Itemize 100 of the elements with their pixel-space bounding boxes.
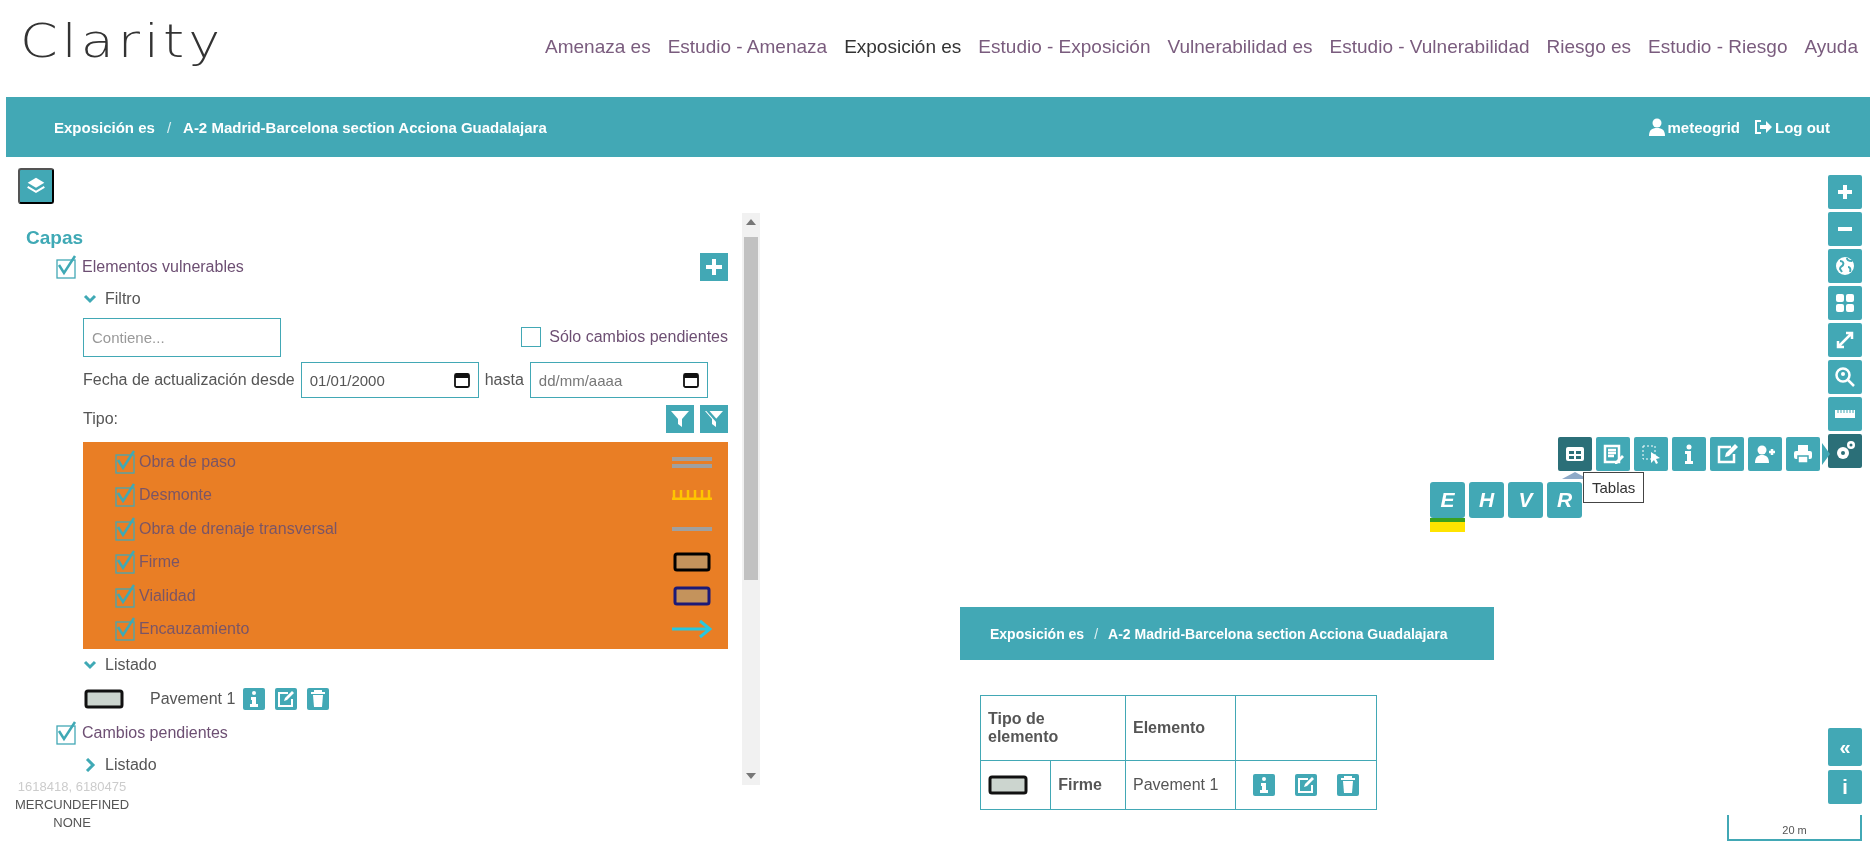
filter-button[interactable] [666, 405, 694, 433]
select-button[interactable] [1634, 437, 1668, 471]
clear-filter-button[interactable] [700, 405, 728, 433]
checkbox[interactable] [115, 617, 137, 642]
plus-icon [705, 258, 723, 276]
edit-button[interactable] [1710, 437, 1744, 471]
checkbox[interactable] [115, 583, 137, 608]
breadcrumb-separator: / [166, 118, 172, 136]
table-cell: Pavement 1 [1125, 760, 1236, 810]
hatched-line-symbol [672, 490, 712, 501]
menu-link[interactable]: Vulnerabilidad es [1167, 36, 1313, 58]
date-label: hasta [484, 371, 524, 389]
print-button[interactable] [1786, 437, 1820, 471]
calendar-icon [453, 372, 470, 388]
layer-label: Elementos vulnerables [82, 258, 244, 276]
zoom-to-location-button[interactable] [1828, 360, 1862, 394]
column-header: Tipo de elemento [980, 695, 1126, 761]
type-name: Obra de paso [139, 452, 236, 471]
search-field[interactable]: Contiene... [83, 317, 281, 357]
edit-list-button[interactable] [1596, 437, 1630, 471]
edit-icon [1716, 443, 1738, 465]
menu-link[interactable]: Ayuda [1804, 36, 1858, 58]
checkbox[interactable] [56, 255, 78, 279]
calendar-icon [682, 372, 699, 388]
menu-link[interactable]: Estudio - Exposición [978, 36, 1151, 58]
grid-icon [1834, 292, 1856, 314]
edit-icon[interactable] [1295, 774, 1317, 796]
scroll-down-icon [746, 773, 756, 779]
trash-icon[interactable] [307, 688, 330, 710]
edit-icon[interactable] [275, 688, 298, 710]
filter-clear-icon [704, 409, 724, 429]
add-user-icon [1754, 443, 1776, 465]
ruler-icon [1835, 410, 1855, 418]
measure-button[interactable] [1828, 397, 1862, 431]
checkbox[interactable] [115, 483, 137, 508]
scrollbar[interactable] [742, 213, 760, 785]
units-text: NONE [53, 815, 91, 830]
item-name: Pavement 1 [150, 690, 236, 708]
date-field[interactable]: 01/01/2000 [300, 362, 479, 398]
printer-icon [1792, 443, 1814, 465]
date-field[interactable]: dd/mm/aaaa [529, 362, 708, 398]
add-button[interactable] [700, 253, 728, 281]
logout-icon [1754, 119, 1772, 135]
checkbox-label: Sólo cambios pendientes [549, 328, 728, 346]
checkbox[interactable] [115, 516, 137, 541]
checkbox[interactable] [115, 449, 137, 474]
toggle-label[interactable]: Filtro [105, 290, 141, 308]
filter-icon [670, 409, 690, 429]
minus-icon [1838, 227, 1852, 231]
info-button[interactable] [1672, 437, 1706, 471]
type-name: Desmonte [139, 486, 212, 505]
type-name: Obra de drenaje transversal [139, 519, 338, 538]
logo: Clarity [20, 14, 225, 69]
globe-icon [1834, 255, 1856, 277]
tooltip: Tablas [1583, 472, 1645, 503]
scale-bar: 20 m [1727, 815, 1862, 841]
type-name: Encauzamiento [139, 620, 250, 639]
tables-button[interactable] [1558, 437, 1592, 471]
date-label: Fecha de actualización desde [83, 371, 295, 389]
layers-button[interactable] [18, 168, 54, 204]
checkbox[interactable] [56, 721, 78, 745]
zoom-out-button[interactable] [1828, 212, 1862, 246]
globe-button[interactable] [1828, 249, 1862, 283]
menu-link[interactable]: Estudio - Amenaza [667, 36, 828, 58]
settings-button[interactable] [1828, 434, 1862, 468]
menu-link[interactable]: Estudio - Vulnerabilidad [1329, 36, 1530, 58]
type-label: Tipo: [83, 410, 118, 428]
menu-link[interactable]: Riesgo es [1546, 36, 1632, 58]
area-symbol [84, 688, 124, 710]
type-name: Vialidad [139, 586, 196, 605]
checkbox[interactable] [115, 550, 137, 575]
toggle-label[interactable]: Listado [105, 656, 157, 674]
gear-icon [1834, 440, 1856, 462]
scrollbar-thumb[interactable] [744, 237, 758, 580]
menu-link[interactable]: Amenaza es [545, 36, 651, 58]
list-edit-icon [1602, 443, 1624, 465]
fullscreen-button[interactable] [1828, 323, 1862, 357]
toggle-label[interactable]: Listado [105, 756, 157, 774]
arrow-symbol [672, 619, 712, 640]
area-symbol [988, 774, 1028, 796]
grid-button[interactable] [1828, 286, 1862, 320]
expand-arrow-icon [1822, 443, 1830, 465]
menu-link[interactable]: Estudio - Riesgo [1648, 36, 1788, 58]
layer-label: Cambios pendientes [82, 724, 228, 742]
menu-link[interactable]: Exposición es [844, 36, 962, 58]
section-title: Capas [26, 227, 85, 249]
select-pointer-icon [1640, 443, 1662, 465]
table-cell: Firme [1050, 760, 1126, 810]
zoom-in-button[interactable] [1828, 175, 1862, 209]
breadcrumb-separator: / [1094, 625, 1099, 642]
search-icon [1834, 366, 1856, 388]
projection-text: MERCUNDEFINED [15, 797, 130, 812]
checkbox[interactable] [521, 327, 542, 347]
trash-icon[interactable] [1337, 774, 1359, 796]
info-icon[interactable] [1253, 774, 1275, 796]
add-user-button[interactable] [1748, 437, 1782, 471]
column-header: Elemento [1125, 695, 1236, 761]
info-icon[interactable] [243, 688, 266, 710]
expand-icon [1834, 329, 1856, 351]
type-name: Firme [139, 553, 180, 572]
